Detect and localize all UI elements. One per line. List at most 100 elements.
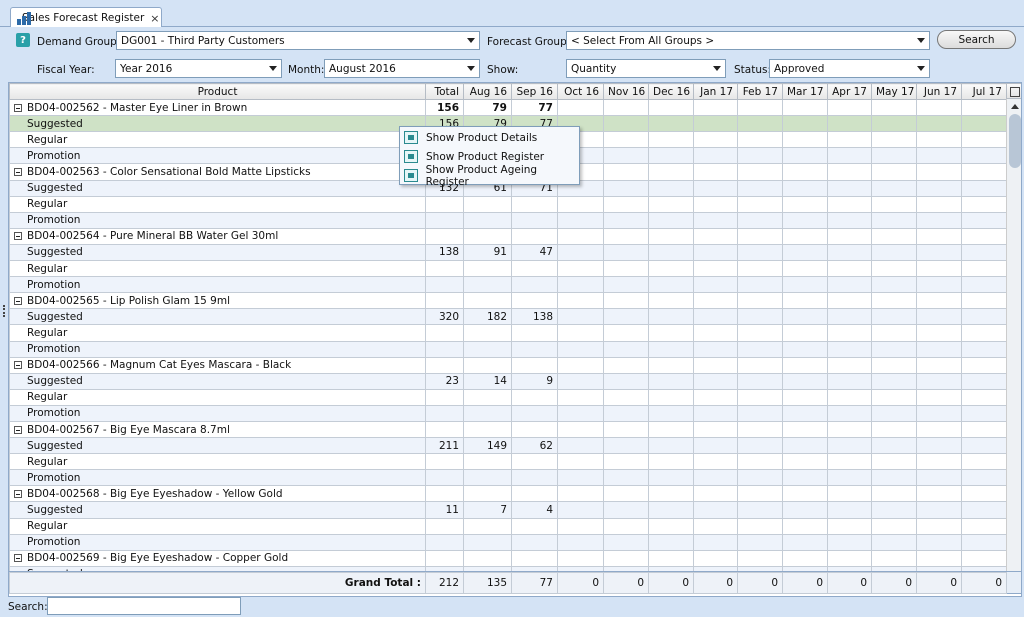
table-cell bbox=[425, 549, 464, 567]
table-cell bbox=[961, 211, 1007, 229]
table-cell bbox=[782, 99, 828, 117]
column-header[interactable]: Mar 17 bbox=[782, 83, 828, 101]
column-header[interactable]: Total bbox=[425, 83, 464, 101]
search-button[interactable]: Search bbox=[937, 30, 1016, 49]
scroll-thumb[interactable] bbox=[1009, 114, 1021, 168]
table-cell bbox=[961, 372, 1007, 390]
collapse-icon[interactable] bbox=[14, 425, 22, 434]
grand-total-value: 0 bbox=[827, 572, 872, 594]
product-row[interactable]: BD04-002564 - Pure Mineral BB Water Gel … bbox=[9, 227, 1007, 245]
product-name: BD04-002563 - Color Sensational Bold Mat… bbox=[9, 163, 426, 181]
forecast-group-select[interactable]: < Select From All Groups > bbox=[566, 31, 930, 50]
product-name: BD04-002566 - Magnum Cat Eyes Mascara - … bbox=[9, 356, 426, 374]
column-header[interactable]: Oct 16 bbox=[557, 83, 604, 101]
table-cell: 211 bbox=[425, 437, 464, 455]
tab-sales-forecast-register[interactable]: Sales Forecast Register × bbox=[10, 7, 162, 28]
collapse-icon[interactable] bbox=[14, 232, 22, 241]
collapse-icon[interactable] bbox=[14, 554, 22, 563]
column-header[interactable]: Jun 17 bbox=[916, 83, 962, 101]
column-header[interactable]: Nov 16 bbox=[603, 83, 649, 101]
collapse-icon[interactable] bbox=[14, 296, 22, 305]
table-row[interactable]: Promotion bbox=[9, 340, 1007, 358]
table-row[interactable]: Promotion bbox=[9, 469, 1007, 487]
demand-group-select[interactable]: DG001 - Third Party Customers bbox=[116, 31, 480, 50]
column-chooser-icon[interactable] bbox=[1006, 83, 1021, 99]
search-input[interactable] bbox=[47, 597, 241, 615]
column-header[interactable]: Apr 17 bbox=[827, 83, 872, 101]
status-select[interactable]: Approved bbox=[769, 59, 930, 78]
table-row[interactable]: Suggested 320 182 138 bbox=[9, 308, 1007, 326]
table-cell bbox=[916, 324, 962, 342]
close-icon[interactable]: × bbox=[150, 12, 159, 25]
collapse-icon[interactable] bbox=[14, 489, 22, 498]
table-cell bbox=[648, 99, 694, 117]
menu-item-show-product-ageing-register[interactable]: Show Product Ageing Register bbox=[400, 164, 579, 188]
table-cell bbox=[693, 420, 738, 439]
product-name: BD04-002564 - Pure Mineral BB Water Gel … bbox=[9, 227, 426, 245]
table-cell bbox=[425, 388, 464, 406]
table-row[interactable]: Regular bbox=[9, 260, 1007, 278]
table-cell bbox=[827, 324, 872, 342]
table-row[interactable]: Suggested 138 91 47 bbox=[9, 243, 1007, 262]
table-cell bbox=[782, 372, 828, 390]
cell-text: Suggested bbox=[27, 310, 83, 323]
table-cell bbox=[557, 501, 604, 519]
help-icon[interactable]: ? bbox=[16, 33, 30, 47]
table-cell bbox=[693, 195, 738, 213]
table-cell bbox=[961, 437, 1007, 455]
cell-text: Suggested bbox=[27, 117, 83, 130]
product-row[interactable]: BD04-002568 - Big Eye Eyeshadow - Yellow… bbox=[9, 485, 1007, 503]
table-cell bbox=[782, 243, 828, 262]
table-cell bbox=[693, 115, 738, 133]
column-header-product[interactable]: Product bbox=[9, 83, 426, 101]
collapse-icon[interactable] bbox=[14, 168, 22, 177]
product-row[interactable]: BD04-002569 - Big Eye Eyeshadow - Copper… bbox=[9, 549, 1007, 567]
table-cell: 182 bbox=[463, 308, 512, 326]
table-row[interactable]: Regular bbox=[9, 324, 1007, 342]
table-row[interactable]: Regular bbox=[9, 388, 1007, 406]
product-row[interactable]: BD04-002565 - Lip Polish Glam 15 9ml bbox=[9, 292, 1007, 310]
column-header[interactable]: Feb 17 bbox=[737, 83, 783, 101]
column-header[interactable]: May 17 bbox=[871, 83, 917, 101]
table-cell bbox=[693, 260, 738, 278]
table-row[interactable]: Regular bbox=[9, 517, 1007, 535]
table-cell bbox=[603, 437, 649, 455]
fiscal-year-select[interactable]: Year 2016 bbox=[115, 59, 282, 78]
table-row[interactable]: Promotion bbox=[9, 276, 1007, 294]
table-row[interactable]: Promotion bbox=[9, 211, 1007, 229]
table-cell bbox=[737, 469, 783, 487]
column-header[interactable]: Dec 16 bbox=[648, 83, 694, 101]
table-row[interactable]: Promotion bbox=[9, 404, 1007, 422]
column-header[interactable]: Sep 16 bbox=[511, 83, 558, 101]
table-cell bbox=[782, 179, 828, 197]
table-cell bbox=[557, 420, 604, 439]
month-select[interactable]: August 2016 bbox=[324, 59, 480, 78]
row-type-label: Regular bbox=[9, 324, 426, 342]
table-cell bbox=[961, 292, 1007, 310]
splitter-handle[interactable] bbox=[3, 305, 6, 317]
table-row[interactable]: Suggested 211 149 62 bbox=[9, 437, 1007, 455]
table-row[interactable]: Promotion bbox=[9, 533, 1007, 551]
scroll-up-icon[interactable] bbox=[1009, 101, 1021, 113]
cell-text: Promotion bbox=[27, 536, 81, 549]
product-row[interactable]: BD04-002566 - Magnum Cat Eyes Mascara - … bbox=[9, 356, 1007, 374]
column-header[interactable]: Aug 16 bbox=[463, 83, 512, 101]
collapse-icon[interactable] bbox=[14, 103, 22, 112]
vertical-scrollbar[interactable] bbox=[1006, 99, 1021, 584]
column-header[interactable]: Jul 17 bbox=[961, 83, 1007, 101]
table-cell bbox=[603, 131, 649, 149]
table-row[interactable]: Suggested 11 7 4 bbox=[9, 501, 1007, 519]
table-cell bbox=[463, 469, 512, 487]
menu-item-show-product-details[interactable]: Show Product Details bbox=[400, 128, 579, 147]
table-row[interactable]: Regular bbox=[9, 453, 1007, 471]
show-select[interactable]: Quantity bbox=[566, 59, 726, 78]
column-header[interactable]: Jan 17 bbox=[693, 83, 738, 101]
table-cell bbox=[425, 324, 464, 342]
table-cell bbox=[737, 195, 783, 213]
table-cell bbox=[693, 453, 738, 471]
table-row[interactable]: Regular bbox=[9, 195, 1007, 213]
collapse-icon[interactable] bbox=[14, 361, 22, 370]
table-row[interactable]: Suggested 23 14 9 bbox=[9, 372, 1007, 390]
product-row[interactable]: BD04-002562 - Master Eye Liner in Brown 1… bbox=[9, 99, 1007, 117]
product-row[interactable]: BD04-002567 - Big Eye Mascara 8.7ml bbox=[9, 420, 1007, 439]
